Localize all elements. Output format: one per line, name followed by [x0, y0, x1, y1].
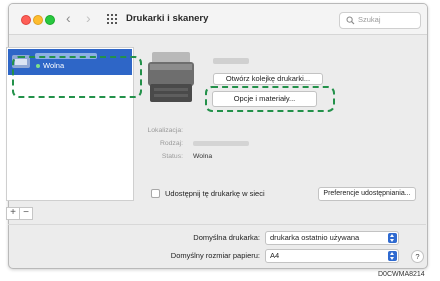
window-title: Drukarki i skanery	[126, 13, 209, 24]
help-button[interactable]: ?	[411, 250, 424, 263]
divider	[8, 224, 426, 225]
default-printer-label: Domyślna drukarka:	[193, 233, 260, 242]
highlight-printer-selection	[12, 56, 142, 98]
back-button[interactable]: ‹	[66, 11, 71, 25]
kind-label: Rodzaj:	[159, 140, 183, 147]
forward-button[interactable]: ›	[86, 11, 91, 25]
search-icon	[346, 16, 355, 25]
grid-icon[interactable]	[107, 14, 117, 24]
default-printer-value: drukarka ostatnio używana	[270, 233, 360, 242]
figure-code: D0CWMA8214	[378, 271, 425, 278]
close-window-button[interactable]	[21, 15, 31, 25]
popup-arrows-icon	[388, 251, 397, 261]
search-field[interactable]: Szukaj	[339, 12, 421, 29]
list-footer: + −	[6, 207, 33, 220]
add-printer-button[interactable]: +	[6, 207, 20, 220]
popup-arrows-icon	[388, 233, 397, 243]
title-bar: ‹ › Drukarki i skanery Szukaj	[9, 4, 427, 35]
share-printer-label: Udostępnij tę drukarkę w sieci	[165, 189, 265, 198]
zoom-window-button[interactable]	[45, 15, 55, 25]
default-paper-label: Domyślny rozmiar papieru:	[170, 251, 260, 260]
share-printer-checkbox[interactable]	[151, 189, 160, 198]
sharing-preferences-button[interactable]: Preferencje udostępniania...	[318, 187, 416, 201]
search-placeholder: Szukaj	[358, 15, 381, 24]
printer-icon	[148, 52, 194, 102]
share-printer-row[interactable]: Udostępnij tę drukarkę w sieci	[151, 189, 265, 198]
remove-printer-button[interactable]: −	[19, 207, 33, 220]
minimize-window-button[interactable]	[33, 15, 43, 25]
open-print-queue-button[interactable]: Otwórz kolejkę drukarki...	[213, 73, 323, 85]
default-printer-select[interactable]: drukarka ostatnio używana	[265, 231, 399, 245]
kind-value-redacted	[193, 141, 249, 146]
default-paper-value: A4	[270, 251, 280, 260]
status-label: Status:	[161, 153, 183, 160]
location-label: Lokalizacja:	[147, 127, 183, 134]
status-value: Wolna	[193, 153, 213, 160]
default-paper-select[interactable]: A4	[265, 249, 399, 263]
highlight-options-button	[205, 86, 335, 112]
printer-name-redacted	[213, 58, 249, 64]
